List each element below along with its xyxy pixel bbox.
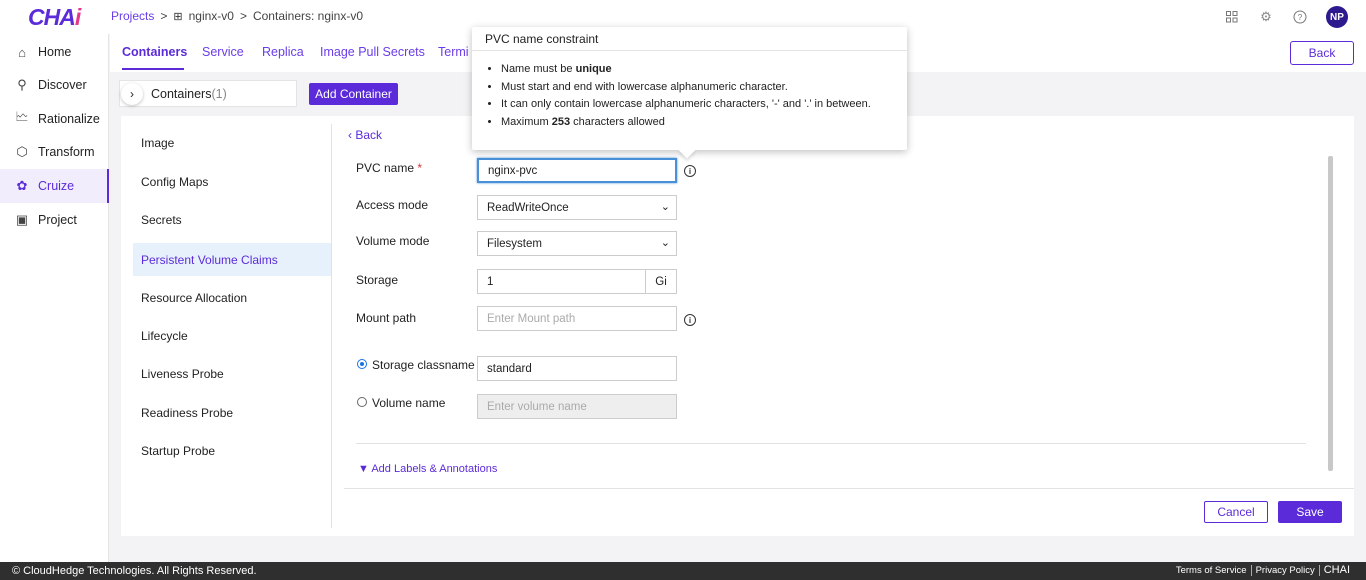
pvc-name-label: PVC name *: [356, 161, 423, 175]
tooltip-rule: Name must be unique: [501, 63, 907, 81]
tooltip-rule: It can only contain lowercase alphanumer…: [501, 98, 907, 116]
sidebar-item-home[interactable]: ⌂ Home: [0, 35, 109, 69]
info-icon[interactable]: i: [684, 314, 696, 326]
svg-text:?: ?: [1298, 13, 1303, 22]
search-icon: ⚲: [17, 77, 27, 92]
subnav-item-startup-probe[interactable]: Startup Probe: [133, 434, 331, 467]
chai-logo[interactable]: CHAi: [28, 4, 81, 31]
apps-grid-icon[interactable]: [1224, 9, 1240, 25]
subnav-item-image[interactable]: Image: [133, 126, 331, 159]
subnav-item-config-maps[interactable]: Config Maps: [133, 165, 331, 198]
project-icon: ▣: [15, 212, 29, 227]
volume-mode-select[interactable]: Filesystem ⌄: [477, 231, 677, 256]
breadcrumb: Projects > ⊞ nginx-v0 > Containers: ngin…: [111, 9, 363, 23]
pvc-name-tooltip: PVC name constraint Name must be unique …: [472, 27, 907, 159]
tab-replica[interactable]: Replica: [262, 45, 304, 59]
form-back-link[interactable]: ‹ Back: [348, 128, 382, 142]
footer-brand: CHAI: [1323, 564, 1350, 576]
breadcrumb-separator: >: [239, 9, 247, 23]
tooltip-rules: Name must be unique Must start and end w…: [472, 51, 907, 133]
form-footer-divider: [344, 488, 1354, 489]
divider: [356, 443, 1306, 444]
tooltip-rule: Maximum 253 characters allowed: [501, 116, 907, 134]
chart-icon: 🗠: [15, 109, 29, 124]
sidebar-item-cruize[interactable]: ✿ Cruize: [0, 169, 109, 203]
pvc-form: ‹ Back PVC name * nginx-pvc i Access mod…: [344, 124, 1354, 528]
home-icon: ⌂: [18, 44, 26, 60]
chevron-right-icon[interactable]: ›: [121, 82, 143, 105]
access-mode-select[interactable]: ReadWriteOnce ⌄: [477, 195, 677, 220]
tab-service[interactable]: Service: [202, 45, 244, 59]
save-button[interactable]: Save: [1278, 501, 1342, 523]
storage-unit: Gi: [645, 269, 677, 294]
storage-input[interactable]: 1: [477, 269, 646, 294]
help-icon[interactable]: ?: [1292, 9, 1308, 25]
pvc-name-input[interactable]: nginx-pvc: [477, 158, 677, 183]
copyright-text: © CloudHedge Technologies. All Rights Re…: [12, 565, 257, 577]
cruize-icon: ✿: [16, 178, 28, 193]
volume-mode-label: Volume mode: [356, 234, 430, 248]
subnav-item-readiness-probe[interactable]: Readiness Probe: [133, 396, 331, 429]
storage-classname-input[interactable]: standard: [477, 356, 677, 381]
caret-down-icon: ▼: [358, 463, 372, 473]
breadcrumb-separator: >: [160, 9, 168, 23]
sidebar-item-discover[interactable]: ⚲ Discover: [0, 68, 109, 102]
tooltip-title: PVC name constraint: [472, 27, 907, 51]
terms-link[interactable]: Terms of Service: [1172, 564, 1252, 576]
container-subnav: Image Config Maps Secrets Persistent Vol…: [133, 124, 332, 528]
storage-classname-label: Storage classname: [372, 358, 475, 372]
storage-label: Storage: [356, 273, 399, 287]
back-button[interactable]: Back: [1290, 41, 1354, 65]
sidebar-item-project[interactable]: ▣ Project: [0, 203, 109, 237]
storage-classname-radio[interactable]: [357, 359, 367, 369]
volume-name-input: Enter volume name: [477, 394, 677, 419]
mount-path-label: Mount path: [356, 311, 417, 325]
containers-label: Containers(1): [151, 86, 227, 101]
breadcrumb-current: Containers: nginx-v0: [252, 9, 364, 23]
tab-image-pull-secrets[interactable]: Image Pull Secrets: [320, 45, 425, 59]
cube-icon: ⬡: [16, 144, 28, 159]
breadcrumb-app[interactable]: nginx-v0: [189, 9, 234, 23]
sidebar: ⌂ Home ⚲ Discover 🗠 Rationalize ⬡ Transform …: [0, 34, 109, 562]
chevron-down-icon: ⌄: [660, 201, 670, 213]
containers-selector[interactable]: › Containers(1): [119, 80, 297, 107]
breadcrumb-projects[interactable]: Projects: [111, 9, 154, 23]
active-tab-indicator: [122, 68, 184, 70]
tooltip-rule: Must start and end with lowercase alphan…: [501, 81, 907, 99]
sidebar-item-transform[interactable]: ⬡ Transform: [0, 135, 109, 169]
subnav-item-liveness-probe[interactable]: Liveness Probe: [133, 357, 331, 390]
add-container-button[interactable]: Add Container: [309, 83, 398, 105]
privacy-link[interactable]: Privacy Policy: [1252, 564, 1320, 576]
main-panel: Image Config Maps Secrets Persistent Vol…: [121, 116, 1354, 536]
tab-containers[interactable]: Containers: [122, 45, 187, 59]
scrollbar[interactable]: [1328, 156, 1333, 471]
access-mode-label: Access mode: [356, 198, 429, 212]
mount-path-input[interactable]: Enter Mount path: [477, 306, 677, 331]
cancel-button[interactable]: Cancel: [1204, 501, 1268, 523]
volume-name-label: Volume name: [372, 396, 446, 410]
subnav-item-resource-allocation[interactable]: Resource Allocation: [133, 281, 331, 314]
chevron-down-icon: ⌄: [660, 237, 670, 249]
info-icon[interactable]: i: [684, 165, 696, 177]
add-labels-link[interactable]: ▼ Add Labels & Annotations: [358, 463, 497, 473]
subnav-item-lifecycle[interactable]: Lifecycle: [133, 319, 331, 352]
sidebar-item-rationalize[interactable]: 🗠 Rationalize: [0, 102, 109, 136]
subnav-item-persistent-volume-claims[interactable]: Persistent Volume Claims: [133, 243, 331, 276]
gear-icon[interactable]: ⚙: [1258, 9, 1274, 25]
subnav-item-secrets[interactable]: Secrets: [133, 203, 331, 236]
avatar[interactable]: NP: [1326, 6, 1348, 28]
volume-name-radio[interactable]: [357, 397, 367, 407]
grid-icon[interactable]: ⊞: [173, 10, 182, 23]
tab-termination[interactable]: Termi: [438, 45, 469, 59]
page-footer: © CloudHedge Technologies. All Rights Re…: [0, 562, 1366, 580]
